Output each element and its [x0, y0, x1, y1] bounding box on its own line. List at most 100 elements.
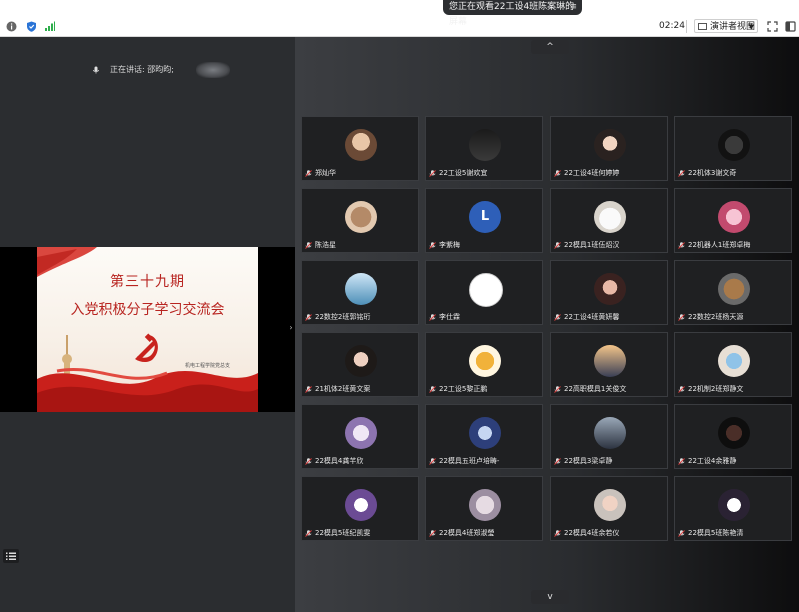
participant-tile[interactable]: 22模具五班卢培畴-	[425, 404, 543, 469]
mic-muted-icon	[429, 169, 436, 177]
grid-view-icon	[698, 23, 707, 30]
mic-muted-icon	[554, 385, 561, 393]
participant-name: 22工设4班何婷婷	[554, 168, 619, 178]
avatar-letter: L	[480, 209, 490, 224]
participant-name: 22模具5班陈艳清	[678, 528, 743, 538]
puppy-avatar	[594, 201, 626, 233]
bear-avatar	[345, 201, 377, 233]
participant-tile[interactable]: L 李紫梅	[425, 188, 543, 253]
participant-tile[interactable]: 22模具3梁卓静	[550, 404, 668, 469]
participant-tile[interactable]: 李仕霖	[425, 260, 543, 325]
mic-muted-icon	[554, 169, 561, 177]
window-icon[interactable]	[785, 21, 796, 32]
participant-name: 李仕霖	[429, 312, 460, 322]
kuromi-avatar	[345, 489, 377, 521]
swing-avatar	[469, 129, 501, 161]
view-mode-button[interactable]: 演讲者视图 ▼	[694, 19, 758, 33]
info-icon[interactable]	[6, 21, 17, 32]
mic-muted-icon	[305, 529, 312, 537]
participant-name-text: 22模具五班卢培畴-	[439, 457, 500, 465]
mic-muted-icon	[429, 313, 436, 321]
participant-tile[interactable]: 郑灿华	[301, 116, 419, 181]
participant-name-text: 22机制2班郑静文	[688, 385, 744, 393]
collapse-panel-icon[interactable]: ›	[287, 318, 295, 338]
speaking-indicator: 正在讲话: 邵昀昀;	[92, 64, 174, 76]
participant-tile[interactable]: 22工设5黎正鹏	[425, 332, 543, 397]
mic-muted-icon	[554, 529, 561, 537]
participant-tile[interactable]: 22模具1班伍炤汉	[550, 188, 668, 253]
mic-muted-icon	[305, 385, 312, 393]
person-avatar	[594, 417, 626, 449]
presentation-area: 第三十九期 入党积极分子学习交流会 机电工程学院党总支	[0, 247, 295, 412]
chevron-down-icon: ▼	[748, 23, 754, 31]
mic-muted-icon	[554, 457, 561, 465]
fullscreen-icon[interactable]	[767, 21, 778, 32]
mic-muted-icon	[429, 529, 436, 537]
mic-muted-icon	[305, 241, 312, 249]
girl2-avatar	[345, 345, 377, 377]
participant-tile[interactable]: 22工设5谢欢宜	[425, 116, 543, 181]
participant-tile[interactable]: 22数控2班杨天源	[674, 260, 792, 325]
scroll-up-button[interactable]: ^	[531, 40, 569, 54]
participant-name-text: 李仕霖	[439, 313, 460, 321]
participant-name-text: 22工设4班何婷婷	[564, 169, 620, 177]
scroll-down-button[interactable]: v	[531, 590, 569, 604]
participant-tile[interactable]: 22高职模具1关俊文	[550, 332, 668, 397]
slide-organizer: 机电工程学院党总支	[185, 363, 231, 369]
participant-name: 22工设5黎正鹏	[429, 384, 487, 394]
cartoon-avatar	[718, 345, 750, 377]
sky-avatar	[345, 273, 377, 305]
participant-tile[interactable]: 22机体3谢文奇	[674, 116, 792, 181]
signal-icon[interactable]	[44, 21, 55, 32]
participant-name-text: 22模具1班伍炤汉	[564, 241, 620, 249]
participant-name: 22数控2班郭铭珩	[305, 312, 370, 322]
participant-tile[interactable]: 22数控2班郭铭珩	[301, 260, 419, 325]
speaking-label: 正在讲话: 邵昀昀;	[110, 65, 174, 74]
participant-name-text: 21机体2班黄文案	[315, 385, 371, 393]
participant-name-text: 22工设4班黄妍馨	[564, 313, 620, 321]
meeting-timer: 02:24	[658, 20, 687, 33]
screen-share-banner[interactable]: 您正在观看22工设4班陈案琳的屏幕 ≡	[443, 0, 582, 27]
top-toolbar: 02:24 演讲者视图 ▼	[0, 0, 799, 37]
sketch-avatar	[469, 273, 503, 307]
participant-name: 22工设4班黄妍馨	[554, 312, 619, 322]
participant-name-text: 22高职模具1关俊文	[564, 385, 627, 393]
mic-muted-icon	[429, 385, 436, 393]
participant-tile[interactable]: 22模具5班纪凯雯	[301, 476, 419, 541]
participant-tile[interactable]: 陈浩星	[301, 188, 419, 253]
presentation-slide: 第三十九期 入党积极分子学习交流会 机电工程学院党总支	[37, 247, 258, 412]
participant-name: 22工设5谢欢宜	[429, 168, 487, 178]
participant-tile[interactable]: 22机制2班郑静文	[674, 332, 792, 397]
mic-muted-icon	[554, 241, 561, 249]
participant-tile[interactable]: 22工设4班黄妍馨	[550, 260, 668, 325]
participant-tile[interactable]: 22机器人1班郑卓梅	[674, 188, 792, 253]
darkface-avatar	[718, 417, 750, 449]
list-menu-icon[interactable]	[3, 549, 19, 563]
participant-tile[interactable]: 21机体2班黄文案	[301, 332, 419, 397]
mic-muted-icon	[678, 385, 685, 393]
participant-name: 21机体2班黄文案	[305, 384, 370, 394]
microphone-icon	[93, 66, 99, 73]
purple-avatar	[345, 417, 377, 449]
participant-tile[interactable]: 22模具4班余若仪	[550, 476, 668, 541]
participant-tile[interactable]: 22工设4班何婷婷	[550, 116, 668, 181]
anime-avatar	[718, 201, 750, 233]
participant-tile[interactable]: 22模具4龚芊欣	[301, 404, 419, 469]
participant-tile[interactable]: 22模具4班郑淑瑩	[425, 476, 543, 541]
participant-tile[interactable]: 22模具5班陈艳清	[674, 476, 792, 541]
mic-muted-icon	[678, 241, 685, 249]
shield-icon[interactable]	[26, 21, 37, 32]
mic-muted-icon	[678, 529, 685, 537]
selfie-avatar	[594, 273, 626, 305]
mic-muted-icon	[305, 457, 312, 465]
menu-icon[interactable]: ≡	[569, 0, 577, 15]
participant-name: 陈浩星	[305, 240, 336, 250]
participant-name-text: 22工设5谢欢宜	[439, 169, 488, 177]
participant-name-text: 郑灿华	[315, 169, 336, 177]
slide-title-line2: 入党积极分子学习交流会	[70, 302, 225, 318]
participant-tile[interactable]: 22工设4余雅静	[674, 404, 792, 469]
participant-name-text: 22数控2班郭铭珩	[315, 313, 371, 321]
teddy-avatar	[718, 273, 750, 305]
participant-name: 22模具3梁卓静	[554, 456, 612, 466]
mic-muted-icon	[429, 457, 436, 465]
